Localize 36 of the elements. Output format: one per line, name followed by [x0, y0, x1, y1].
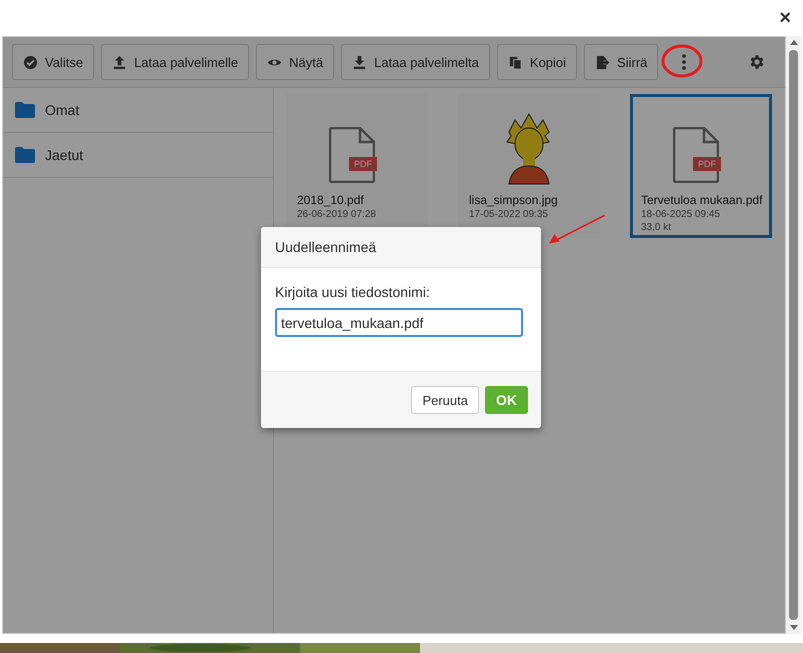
button-icon — [352, 54, 368, 70]
scroll-thumb[interactable] — [789, 50, 798, 620]
file-name: 2018_10.pdf — [297, 193, 365, 207]
file-name: lisa_simpson.jpg — [469, 193, 559, 207]
settings-icon[interactable] — [748, 53, 766, 71]
toolbar-button[interactable]: Lataa palvelimelta — [341, 44, 490, 80]
folder-icon — [15, 147, 35, 163]
toolbar-button[interactable]: Kopioi — [496, 44, 578, 80]
file-date: 17-05-2022 09:35 — [469, 209, 549, 220]
button-icon — [595, 54, 610, 70]
toolbar-button[interactable]: Näytä — [256, 44, 334, 80]
more-options-icon[interactable] — [681, 52, 688, 72]
folder-icon — [15, 102, 35, 118]
file-name: Tervetuloa mukaan.pdf — [641, 193, 761, 207]
scrollbar[interactable] — [786, 36, 801, 634]
scroll-down-icon[interactable] — [788, 624, 798, 632]
file-size: 33,0 kt — [641, 222, 672, 233]
file-date: 18-06-2025 09:45 — [641, 209, 721, 220]
annotation-arrow — [548, 213, 608, 246]
folder-item[interactable]: Jaetut — [3, 133, 273, 178]
button-icon — [112, 54, 128, 70]
file-card[interactable]: PDF Tervetuloa mukaan.pdf 18-06-2025 09:45 33,0 kt — [630, 94, 772, 238]
filename-field[interactable]: tervetuloa_mukaan.pdf — [275, 308, 523, 337]
close-button[interactable]: × — [779, 8, 791, 28]
scroll-up-icon[interactable] — [788, 38, 798, 46]
button-icon — [508, 54, 523, 70]
toolbar-button[interactable]: Lataa palvelimelle — [101, 44, 250, 80]
field-label: Kirjoita uusi tiedostonimi: — [275, 284, 431, 300]
dialog-title: Uudelleennimeä — [275, 239, 376, 255]
button-icon — [23, 54, 38, 70]
folder-item[interactable]: Omat — [3, 88, 273, 133]
toolbar-button[interactable]: Siirrä — [584, 44, 658, 80]
cancel-button[interactable]: Peruuta — [411, 386, 479, 414]
highlight-ellipse — [660, 43, 704, 79]
file-date: 26-06-2019 07:28 — [297, 209, 377, 220]
toolbar-button[interactable]: Valitse — [12, 44, 94, 80]
